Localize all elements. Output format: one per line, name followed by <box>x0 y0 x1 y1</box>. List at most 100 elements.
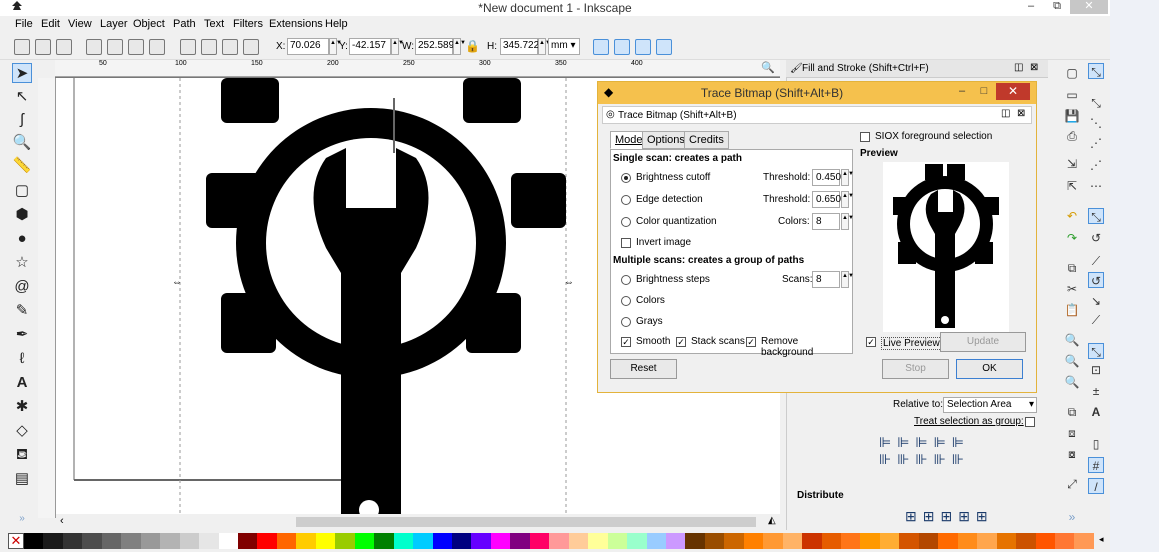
snap-object-center-icon[interactable]: ⊡ <box>1088 362 1104 378</box>
snap-grid-icon[interactable]: # <box>1088 457 1104 473</box>
palette-swatch[interactable] <box>996 533 1017 549</box>
export-icon[interactable]: ⇱ <box>1064 178 1080 194</box>
palette-swatch[interactable] <box>879 533 900 549</box>
menu-object[interactable]: Object <box>133 18 165 30</box>
h-spinner[interactable]: ▲▼ <box>538 38 551 55</box>
palette-swatch[interactable] <box>802 533 822 549</box>
lower-to-bottom-icon[interactable] <box>243 39 259 55</box>
measure-tool-icon[interactable]: 📏 <box>12 156 32 176</box>
snap-cusp-icon[interactable]: ↘ <box>1088 293 1104 309</box>
transform-patterns-icon[interactable] <box>656 39 672 55</box>
palette-swatch[interactable] <box>821 533 842 549</box>
snap-guide-icon[interactable]: / <box>1088 478 1104 494</box>
dialog-close-button[interactable]: ✕ <box>996 83 1030 100</box>
treat-as-group-checkbox[interactable] <box>1025 417 1035 427</box>
pencil-tool-icon[interactable]: ✎ <box>12 301 32 321</box>
node-tool-icon[interactable]: ↖ <box>12 87 32 107</box>
text-tool-icon[interactable]: A <box>12 373 32 393</box>
palette-swatch[interactable] <box>451 533 472 549</box>
stack-scans-checkbox[interactable]: ✓ <box>676 337 686 347</box>
menu-path[interactable]: Path <box>173 18 196 30</box>
palette-swatch[interactable] <box>82 533 102 549</box>
palette-swatch[interactable] <box>121 533 141 549</box>
palette-swatch[interactable] <box>704 533 725 549</box>
palette-swatch[interactable] <box>179 533 200 549</box>
deselect-icon[interactable] <box>56 39 72 55</box>
maximize-button[interactable]: ⧉ <box>1044 0 1070 14</box>
raise-to-top-icon[interactable] <box>180 39 196 55</box>
palette-swatch[interactable] <box>607 533 628 549</box>
distribute-buttons[interactable]: ⊞⊞⊞⊞⊞ <box>905 508 1045 526</box>
fill-stroke-header[interactable]: 🖌 Fill and Stroke (Shift+Ctrl+F) ◫ ⊠ <box>786 60 1048 78</box>
dock-iconify-icon[interactable]: ◫ <box>1014 62 1023 73</box>
palette-swatch[interactable] <box>490 533 511 549</box>
tab-credits[interactable]: Credits <box>684 131 729 149</box>
siox-checkbox[interactable] <box>860 132 870 142</box>
select-all-icon[interactable] <box>14 39 30 55</box>
snap-intersect-icon[interactable]: ⟋ <box>1088 253 1104 269</box>
palette-swatch[interactable] <box>957 533 978 549</box>
snap-path-icon[interactable]: ↺ <box>1088 230 1104 246</box>
menu-extensions[interactable]: Extensions <box>269 18 323 30</box>
x-spinner[interactable]: ▲▼ <box>329 38 342 55</box>
undo-icon[interactable]: ↶ <box>1064 208 1080 224</box>
rotate-ccw-icon[interactable] <box>86 39 102 55</box>
horizontal-scrollbar[interactable]: ‹ ◭ <box>56 514 780 530</box>
palette-swatch[interactable] <box>257 533 277 549</box>
tweak-tool-icon[interactable]: ʃ <box>12 110 32 130</box>
palette-swatch[interactable] <box>724 533 744 549</box>
threshold-spinner-2[interactable]: ▲▼ <box>841 191 854 208</box>
snap-edge-icon[interactable]: ⋱ <box>1088 115 1104 131</box>
3d-box-tool-icon[interactable]: ⬢ <box>12 205 32 225</box>
clone-icon[interactable]: ⧈ <box>1064 425 1080 441</box>
snap-smooth-icon[interactable]: ↺ <box>1088 272 1104 288</box>
reset-button[interactable]: Reset <box>610 359 677 379</box>
palette-menu-icon[interactable]: ◂ <box>1099 534 1104 545</box>
menu-edit[interactable]: Edit <box>41 18 60 30</box>
color-quantization-radio[interactable] <box>621 217 631 227</box>
menu-layer[interactable]: Layer <box>100 18 128 30</box>
star-tool-icon[interactable]: ☆ <box>12 253 32 273</box>
snap-bbox-icon[interactable]: ⤡ <box>1088 95 1104 111</box>
menu-help[interactable]: Help <box>325 18 348 30</box>
palette-swatch[interactable] <box>1016 533 1036 549</box>
relative-to-select[interactable]: Selection Area ▾ <box>943 397 1037 413</box>
scans-input[interactable]: 8 <box>812 271 840 288</box>
threshold-input-1[interactable]: 0.450 <box>812 169 841 186</box>
rectangle-tool-icon[interactable]: ▢ <box>12 181 32 201</box>
palette-swatch[interactable] <box>627 533 647 549</box>
scale-stroke-icon[interactable] <box>593 39 609 55</box>
dialog-titlebar[interactable]: ◆ Trace Bitmap (Shift+Alt+B) – □ ✕ <box>598 82 1036 104</box>
more-commands-icon[interactable]: » <box>1064 509 1080 525</box>
palette-swatch[interactable] <box>568 533 589 549</box>
flip-horizontal-icon[interactable] <box>128 39 144 55</box>
pen-tool-icon[interactable]: ✒ <box>12 325 32 345</box>
palette-swatch[interactable] <box>977 533 997 549</box>
zoom-selection-icon[interactable]: 🔍 <box>1064 332 1080 348</box>
scale-corners-icon[interactable] <box>614 39 630 55</box>
snap-text-icon[interactable]: A <box>1088 404 1104 420</box>
snap-text-baseline-icon[interactable]: ± <box>1088 383 1104 399</box>
subheader-close-icon[interactable]: ⊠ <box>1017 108 1025 119</box>
snap-nodes-icon[interactable]: ⤡ <box>1088 208 1104 224</box>
snap-corner-icon[interactable]: ⋰ <box>1088 135 1104 151</box>
copy-icon[interactable]: ⧉ <box>1064 260 1080 276</box>
zoom-drawing-icon[interactable]: 🔍 <box>1064 353 1080 369</box>
selector-tool-icon[interactable]: ➤ <box>12 63 32 83</box>
palette-swatch[interactable] <box>763 533 783 549</box>
palette-swatch[interactable] <box>237 533 258 549</box>
scroll-thumb[interactable] <box>296 517 756 527</box>
save-icon[interactable]: 💾 <box>1064 108 1080 124</box>
palette-swatch[interactable] <box>43 533 63 549</box>
ellipse-tool-icon[interactable]: ● <box>12 229 32 249</box>
palette-swatch[interactable] <box>918 533 939 549</box>
tab-options[interactable]: Options <box>642 131 690 149</box>
palette-swatch[interactable] <box>354 533 375 549</box>
lock-icon[interactable]: 🔒 <box>465 39 481 55</box>
minimize-button[interactable]: – <box>1018 0 1044 14</box>
dialog-maximize-button[interactable]: □ <box>974 83 994 100</box>
palette-swatch[interactable] <box>1074 533 1094 549</box>
edge-detection-radio[interactable] <box>621 195 631 205</box>
scans-spinner[interactable]: ▲▼ <box>841 271 854 288</box>
more-tools-icon[interactable]: » <box>12 509 32 529</box>
